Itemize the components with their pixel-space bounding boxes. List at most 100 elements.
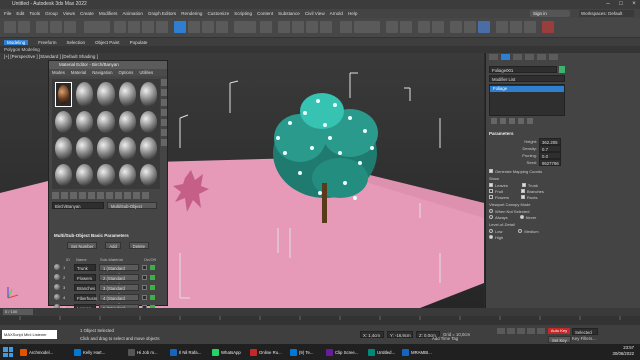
on-off-checkbox[interactable] [150, 274, 155, 280]
add-time-tag[interactable]: Add Time Tag [432, 336, 458, 341]
on-off-checkbox[interactable] [150, 264, 155, 270]
taskbar-app[interactable]: Kelly Hart... [74, 347, 105, 357]
col-sub-material[interactable]: Sub-Material [100, 257, 138, 262]
sample-slot[interactable] [76, 163, 94, 186]
sample-slot[interactable] [97, 110, 115, 133]
hierarchy-tab-icon[interactable] [513, 54, 522, 60]
low-radio[interactable] [489, 229, 493, 233]
utilities-tab-icon[interactable] [549, 54, 558, 60]
sub-material-button[interactable]: 2 (Standard (Legacy)) [99, 273, 139, 288]
object-color-swatch[interactable] [559, 66, 565, 73]
sub-material-id[interactable]: 4 [63, 295, 71, 300]
display-tab-icon[interactable] [537, 54, 546, 60]
sample-slot[interactable] [76, 137, 94, 160]
render-production-icon[interactable] [524, 21, 536, 33]
schematic-view-icon[interactable] [464, 21, 476, 33]
unlink-icon[interactable] [50, 21, 62, 33]
maximize-icon[interactable]: □ [615, 0, 627, 9]
sub-material-button[interactable]: 1 (Standard (Legacy)) [99, 263, 139, 278]
options-icon[interactable] [161, 139, 167, 146]
named-selection-dropdown[interactable] [354, 21, 380, 33]
color-swatch[interactable] [142, 284, 147, 290]
taskbar-app[interactable]: Il Nil Rafa... [170, 347, 201, 357]
put-to-scene-icon[interactable] [61, 191, 68, 199]
redo-icon[interactable] [18, 21, 30, 33]
key-filters-button[interactable]: Key Filters... [572, 336, 596, 341]
rectangle-selection-icon[interactable] [142, 21, 154, 33]
sample-slot[interactable] [76, 110, 94, 133]
color-swatch[interactable] [142, 294, 147, 300]
create-tab-icon[interactable] [489, 54, 498, 60]
material-editor-icon[interactable] [478, 21, 490, 33]
menu-content[interactable]: Content [257, 11, 273, 16]
taskbar-app[interactable]: Archmodel... [20, 347, 53, 357]
reference-coordinate-dropdown[interactable] [234, 21, 256, 33]
bind-space-warp-icon[interactable] [64, 21, 76, 33]
menu-options[interactable]: Options [119, 70, 134, 75]
medium-radio[interactable] [518, 229, 523, 233]
taskbar-app[interactable]: WhatsApp [212, 347, 241, 357]
delete-button[interactable]: Delete [128, 242, 149, 249]
workspace-dropdown[interactable]: Workspaces: Default [579, 10, 634, 17]
sample-slot[interactable] [55, 110, 73, 133]
sub-material-name[interactable]: Flowers [74, 273, 96, 281]
menu-tools[interactable]: Tools [29, 11, 40, 16]
always-radio[interactable] [489, 215, 493, 219]
sample-slot[interactable] [55, 163, 73, 186]
color-swatch[interactable] [142, 264, 147, 270]
medium-option[interactable]: Medium [518, 228, 539, 234]
menu-rendering[interactable]: Rendering [181, 11, 202, 16]
low-option[interactable]: Low [489, 228, 502, 234]
generate-mapping-option[interactable]: Generate Mapping Coords [489, 168, 565, 174]
generate-mapping-checkbox[interactable] [489, 169, 493, 173]
go-to-parent-icon[interactable] [133, 191, 140, 199]
taskbar-app[interactable]: Clip Scree... [326, 347, 358, 357]
go-forward-sibling-icon[interactable] [142, 191, 149, 199]
sub-material-button[interactable]: 3 (Standard (Legacy)) [99, 283, 139, 298]
object-name-field[interactable]: Foliage001 [489, 66, 557, 73]
show-shaded-icon[interactable] [115, 191, 122, 199]
next-frame-icon[interactable] [527, 328, 535, 334]
uv-tiling-icon[interactable] [161, 109, 167, 116]
select-object-icon[interactable] [114, 21, 126, 33]
background-icon[interactable] [161, 99, 167, 106]
taskbar-app[interactable]: Hi Job m... [128, 347, 158, 357]
make-preview-icon[interactable] [161, 129, 167, 136]
fruit-checkbox[interactable] [489, 189, 493, 193]
sample-type-icon[interactable] [161, 79, 167, 86]
sample-slot[interactable] [139, 110, 157, 133]
sample-slot[interactable] [118, 137, 136, 160]
density-spinner[interactable]: 0.7 [539, 145, 561, 152]
parameters-title[interactable]: Parameters [489, 131, 565, 138]
stack-item-foliage[interactable]: Foliage [490, 86, 564, 92]
flowers-checkbox[interactable] [489, 195, 493, 199]
mirror-icon[interactable] [386, 21, 398, 33]
undo-icon[interactable] [4, 21, 16, 33]
viewport-label[interactable]: [+] [Perspective ] [Standard ] [Default … [4, 54, 98, 59]
col-name[interactable]: Name [76, 257, 94, 262]
high-radio[interactable] [489, 235, 493, 239]
render-setup-icon[interactable] [496, 21, 508, 33]
multi-sub-rollout-title[interactable]: Multi/Sub-Object Basic Parameters [52, 233, 166, 240]
tab-modeling[interactable]: Modeling [4, 39, 29, 45]
y-coordinate[interactable]: Y: -16,9cm [387, 331, 413, 338]
menu-group[interactable]: Group [45, 11, 58, 16]
modifier-list-dropdown[interactable]: Modifier List [489, 75, 565, 82]
menu-views[interactable]: Views [63, 11, 75, 16]
make-unique-icon[interactable] [88, 191, 95, 199]
taskbar-app[interactable]: (9) Te... [290, 347, 314, 357]
sample-slot[interactable] [55, 137, 73, 160]
sign-in-button[interactable]: Sign in [530, 10, 570, 17]
show-end-result-icon[interactable] [500, 118, 506, 124]
material-name-field[interactable]: Birch/Banyan [52, 201, 104, 209]
menu-scripting[interactable]: Scripting [234, 11, 252, 16]
sample-slot[interactable] [97, 137, 115, 160]
sub-material-id[interactable]: 2 [63, 275, 71, 280]
menu-animation[interactable]: Animation [122, 11, 142, 16]
trunk-checkbox[interactable] [521, 183, 526, 187]
menu-create[interactable]: Create [80, 11, 94, 16]
close-icon[interactable]: × [628, 0, 640, 9]
material-id-channel-icon[interactable] [106, 191, 113, 199]
sample-slot[interactable] [118, 163, 136, 186]
key-selection-dropdown[interactable]: Selected [572, 328, 598, 335]
